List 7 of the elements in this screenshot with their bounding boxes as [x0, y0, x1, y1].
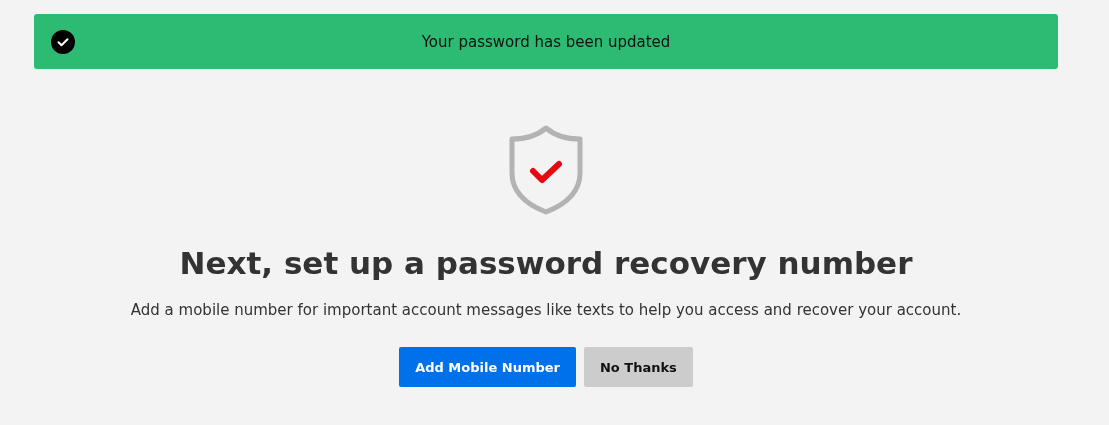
page-heading: Next, set up a password recovery number	[179, 245, 913, 281]
shield-check-icon	[508, 125, 584, 215]
no-thanks-button[interactable]: No Thanks	[584, 347, 693, 387]
description-text: Add a mobile number for important account messages like texts to help you access and recover your account.	[130, 301, 962, 319]
add-mobile-number-button[interactable]: Add Mobile Number	[399, 347, 576, 387]
check-icon	[51, 29, 75, 54]
banner-message: Your password has been updated	[421, 32, 671, 51]
